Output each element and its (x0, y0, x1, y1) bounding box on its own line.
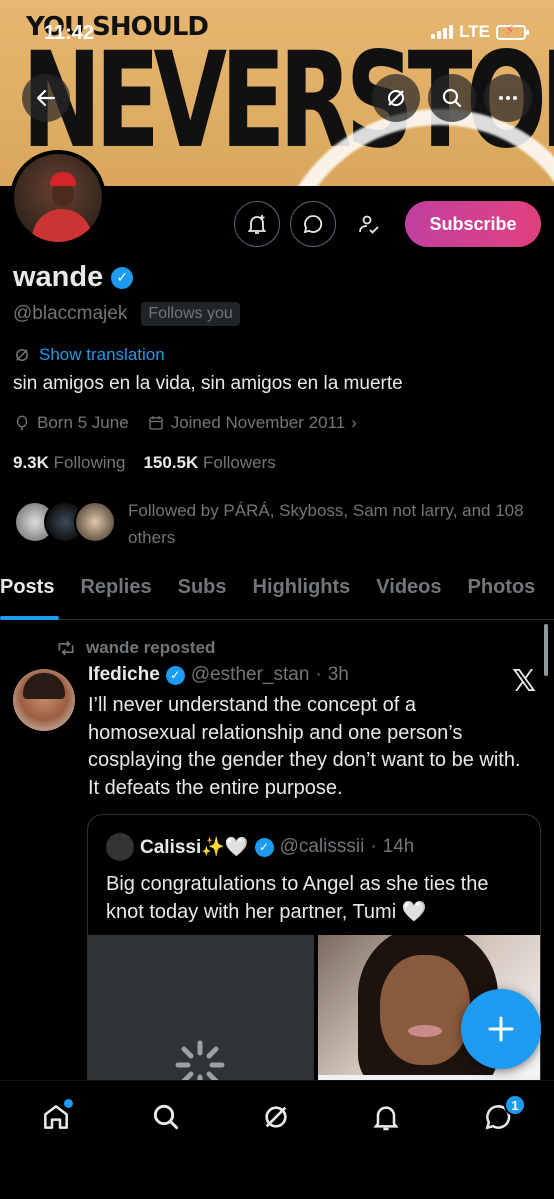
tab-videos[interactable]: Videos (363, 568, 454, 619)
grok-icon (388, 90, 404, 106)
profile-bio: sin amigos en la vida, sin amigos en la … (13, 373, 403, 394)
joined-text: Joined November 2011 (170, 413, 346, 432)
user-handle: @blaccmajek (13, 303, 128, 324)
nav-messages[interactable]: 1 (476, 1094, 526, 1139)
back-arrow-icon (36, 89, 56, 107)
repost-indicator: wande reposted (56, 638, 215, 658)
post-header: Ifediche ✓ @esther_stan · 3h (88, 664, 349, 686)
quoted-post[interactable]: Calissi✨🤍 ✓ @calisssii · 14h Big congrat… (87, 814, 541, 1114)
person-check-icon (359, 215, 379, 234)
followed-by-row[interactable]: Followed by PÁRÁ, Skyboss, Sam not larry… (14, 497, 538, 551)
verified-badge-icon[interactable]: ✓ (111, 266, 134, 289)
avatar (74, 501, 116, 543)
grok-icon (265, 1106, 287, 1128)
repost-icon (58, 640, 74, 656)
tab-highlights[interactable]: Highlights (240, 568, 364, 619)
post-time: 3h (327, 664, 349, 685)
tab-replies[interactable]: Replies (67, 568, 164, 619)
followers-count: 150.5K (143, 453, 199, 472)
bell-icon (373, 1106, 399, 1131)
bell-plus-icon (247, 215, 267, 234)
search-icon (153, 1104, 179, 1130)
followed-by-text: Followed by PÁRÁ, Skyboss, Sam not larry… (128, 501, 524, 547)
quote-text: Big congratulations to Angel as she ties… (106, 873, 489, 923)
post-author-handle[interactable]: @esther_stan (191, 664, 310, 686)
profile-meta: Born 5 June Joined November 2011 › (13, 413, 357, 433)
post-author-avatar[interactable] (13, 669, 75, 731)
verified-badge-icon: ✓ (165, 665, 185, 685)
followers-label: Followers (203, 453, 276, 472)
follows-you-badge: Follows you (141, 302, 240, 326)
following-link[interactable]: 9.3K Following (13, 453, 125, 473)
nav-search[interactable] (144, 1095, 188, 1139)
subscribe-button[interactable]: Subscribe (405, 201, 541, 247)
separator-dot: · (370, 836, 377, 857)
quote-author-name: Calissi✨🤍 (140, 837, 249, 858)
signal-icon (431, 25, 454, 39)
chevron-right-icon: › (351, 413, 357, 432)
bottom-navigation: 1 (0, 1080, 554, 1199)
nav-grok[interactable] (254, 1095, 298, 1139)
plus-icon (488, 1016, 514, 1042)
grok-translate-icon (16, 349, 28, 361)
messages-badge: 1 (504, 1094, 526, 1116)
search-button[interactable] (428, 74, 476, 122)
home-notification-dot (64, 1099, 73, 1108)
more-icon (499, 96, 517, 100)
network-label: LTE (459, 22, 490, 41)
quote-time: 14h (382, 836, 415, 857)
following-status-button[interactable] (346, 201, 392, 247)
quote-author-avatar (106, 833, 134, 861)
profile-tabs: Posts Replies Subs Highlights Videos Pho… (0, 568, 554, 620)
balloon-icon (16, 415, 28, 431)
nav-home[interactable] (34, 1095, 78, 1139)
post-text[interactable]: I’ll never understand the concept of a h… (88, 692, 528, 802)
back-button[interactable] (22, 74, 70, 122)
more-button[interactable] (484, 74, 532, 122)
show-translation-link[interactable]: Show translation (13, 345, 165, 365)
display-name-row: wande ✓ (13, 261, 134, 294)
calendar-icon (149, 416, 163, 430)
repost-label: wande reposted (86, 638, 216, 657)
birthday-item: Born 5 June (13, 413, 129, 433)
followers-link[interactable]: 150.5K Followers (143, 453, 275, 473)
chat-bubble-icon (303, 215, 323, 234)
following-label: Following (53, 453, 126, 472)
status-time: 11:42 (44, 22, 95, 44)
message-button[interactable] (290, 201, 336, 247)
nav-notifications[interactable] (364, 1095, 408, 1139)
notify-button[interactable] (234, 201, 280, 247)
display-name: wande (13, 261, 104, 293)
status-indicators: LTE ⚡ (431, 22, 529, 42)
followed-by-avatars (14, 501, 116, 543)
separator-dot: · (315, 664, 322, 685)
search-icon (442, 88, 462, 108)
following-count: 9.3K (13, 453, 49, 472)
quote-header: Calissi✨🤍 ✓ @calisssii · 14h (106, 833, 414, 861)
post-author-name[interactable]: Ifediche (88, 664, 160, 686)
tab-posts[interactable]: Posts (0, 568, 67, 620)
grok-button[interactable] (372, 74, 420, 122)
tab-photos[interactable]: Photos (455, 568, 549, 619)
joined-item[interactable]: Joined November 2011 › (147, 413, 357, 433)
show-translation-label: Show translation (39, 345, 165, 364)
battery-icon: ⚡ (496, 22, 529, 40)
verified-badge-icon: ✓ (254, 837, 274, 857)
compose-button[interactable] (461, 989, 541, 1069)
scrollbar[interactable] (544, 624, 548, 676)
profile-avatar[interactable] (10, 150, 106, 246)
birthday-text: Born 5 June (37, 413, 129, 432)
handle-row: @blaccmajek Follows you (13, 302, 240, 326)
quote-author-handle: @calisssii (279, 836, 365, 857)
follow-counts: 9.3K Following 150.5K Followers (13, 453, 276, 473)
tab-subs[interactable]: Subs (165, 568, 240, 619)
